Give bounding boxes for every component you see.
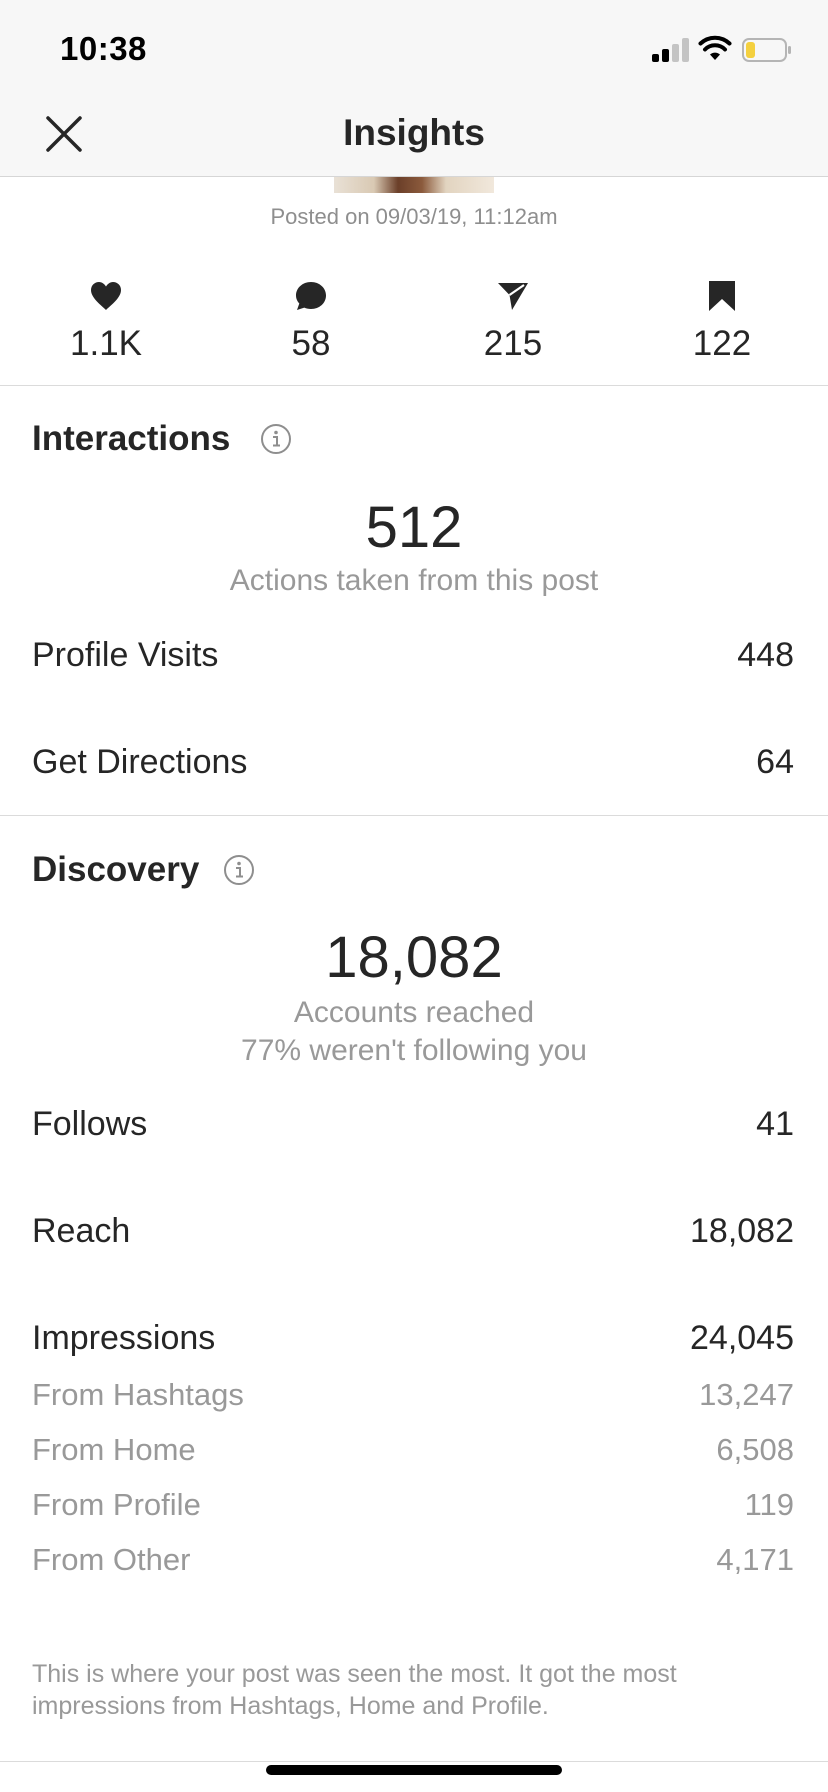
interactions-total: 512 (365, 495, 463, 560)
home-indicator[interactable] (266, 1765, 562, 1775)
post-thumbnail[interactable] (334, 177, 494, 193)
impressions-hashtags-value: 13,247 (699, 1377, 794, 1412)
reach-value: 18,082 (690, 1212, 794, 1250)
saves-count: 122 (692, 324, 752, 363)
status-time: 10:38 (60, 30, 147, 67)
divider (0, 1761, 828, 1762)
likes-count: 1.1K (70, 324, 142, 363)
heart-icon (91, 282, 121, 310)
impressions-value: 24,045 (690, 1319, 794, 1357)
stat-saves: 122 (642, 280, 802, 364)
follows-label: Follows (32, 1105, 148, 1143)
get-directions-value: 64 (756, 743, 794, 781)
interactions-title: Interactions (32, 419, 231, 458)
wifi-icon (698, 35, 732, 60)
post-date: Posted on 09/03/19, 11:12am (270, 204, 558, 229)
stat-likes: 1.1K (26, 280, 186, 364)
comment-icon (296, 282, 326, 310)
discovery-title: Discovery (32, 850, 200, 889)
interactions-caption: Actions taken from this post (229, 564, 599, 597)
impressions-home-label: From Home (32, 1432, 196, 1467)
impressions-hashtags-label: From Hashtags (32, 1377, 244, 1412)
discovery-info-icon[interactable] (223, 854, 255, 886)
profile-visits-label: Profile Visits (32, 636, 219, 674)
impressions-label: Impressions (32, 1319, 216, 1357)
follows-value: 41 (756, 1105, 794, 1143)
shares-count: 215 (483, 324, 543, 363)
nav-header: Insights (0, 96, 828, 177)
comments-count: 58 (291, 324, 331, 363)
bookmark-icon (709, 281, 735, 311)
impressions-profile-label: From Profile (32, 1487, 201, 1522)
profile-visits-value: 448 (737, 636, 794, 674)
stat-shares: 215 (433, 280, 593, 364)
get-directions-label: Get Directions (32, 743, 248, 781)
discovery-caption: Accounts reached (293, 996, 535, 1029)
impressions-other-label: From Other (32, 1542, 191, 1577)
send-icon (498, 283, 528, 310)
page-title: Insights (343, 112, 485, 153)
impressions-other-value: 4,171 (716, 1542, 794, 1577)
discovery-note: This is where your post was seen the mos… (32, 1660, 677, 1720)
discovery-caption-secondary: 77% weren't following you (241, 1034, 587, 1067)
divider (0, 815, 828, 816)
battery-icon (742, 38, 791, 62)
interactions-info-icon[interactable] (260, 423, 292, 455)
status-bar: 10:38 (0, 0, 828, 96)
discovery-total: 18,082 (325, 925, 503, 990)
cellular-signal-icon (652, 36, 692, 62)
divider (0, 385, 828, 386)
reach-label: Reach (32, 1212, 131, 1250)
stat-comments: 58 (231, 280, 391, 364)
impressions-profile-value: 119 (744, 1487, 794, 1522)
impressions-home-value: 6,508 (716, 1432, 794, 1467)
